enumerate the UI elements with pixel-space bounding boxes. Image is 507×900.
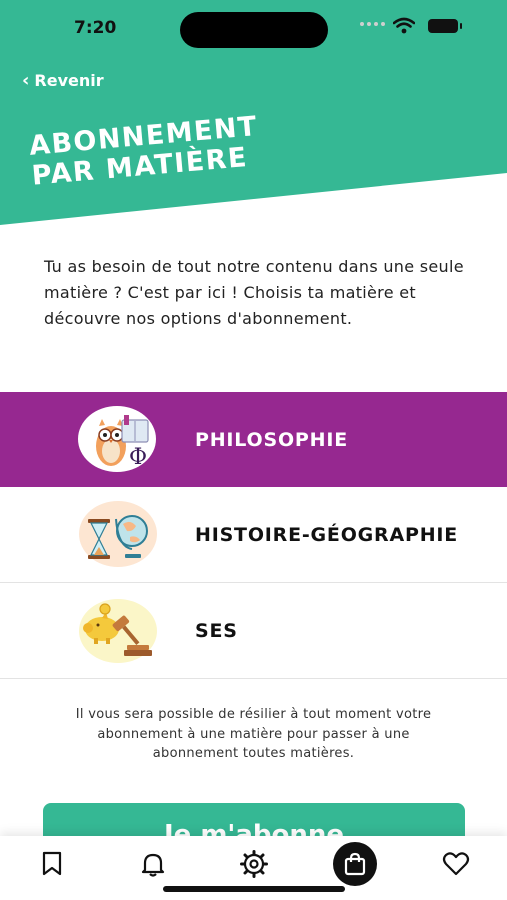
tab-settings[interactable] [232, 842, 276, 886]
owl-book-phi-icon: Φ [78, 406, 156, 472]
status-time: 7:20 [74, 18, 117, 38]
hourglass-globe-icon [79, 501, 157, 567]
intro-text: Tu as besoin de tout notre contenu dans … [44, 257, 464, 328]
dynamic-island [180, 12, 328, 48]
subject-option-ses[interactable]: SES [0, 583, 507, 679]
tab-notifications[interactable] [131, 842, 175, 886]
cancellation-note: Il vous sera possible de résilier à tout… [75, 707, 432, 761]
battery-icon [428, 19, 462, 33]
shopping-bag-icon [344, 852, 366, 876]
back-button[interactable]: ‹ Revenir [22, 71, 104, 90]
subject-option-philosophie[interactable]: Φ PHILOSOPHIE [0, 392, 507, 487]
bell-icon [141, 853, 165, 877]
piggy-bank-gavel-icon [79, 599, 157, 663]
wifi-icon [393, 17, 415, 34]
subject-label: PHILOSOPHIE [195, 428, 348, 451]
bookmark-icon [42, 851, 62, 876]
subject-option-histoire-geographie[interactable]: HISTOIRE-GÉOGRAPHIE [0, 487, 507, 583]
svg-text:Φ: Φ [129, 445, 147, 470]
gear-icon [240, 850, 268, 878]
tab-favorites[interactable] [434, 842, 478, 886]
subject-label: SES [195, 619, 238, 642]
back-label: Revenir [34, 71, 104, 90]
cellular-signal-icon [360, 22, 385, 26]
heart-icon [442, 852, 470, 876]
tab-shop[interactable] [333, 842, 377, 886]
status-bar: 7:20 [0, 0, 507, 58]
tab-bookmarks[interactable] [30, 842, 74, 886]
home-indicator [163, 886, 345, 892]
chevron-left-icon: ‹ [22, 69, 30, 91]
subject-label: HISTOIRE-GÉOGRAPHIE [195, 523, 459, 546]
